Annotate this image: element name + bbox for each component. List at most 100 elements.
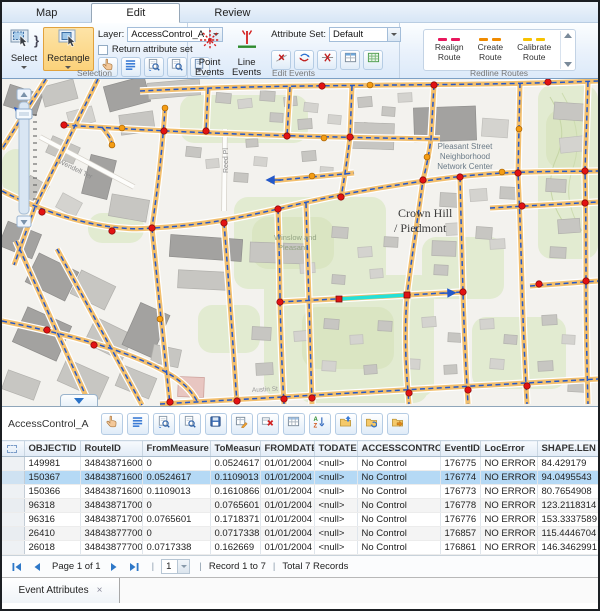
table-cell[interactable]: 176776	[440, 513, 480, 527]
tbl-export-folder-button[interactable]	[335, 413, 357, 435]
next-page-button[interactable]	[105, 559, 123, 575]
table-row[interactable]: 96316348438717000.07656010.171837101/01/…	[2, 513, 598, 527]
table-cell[interactable]: 80.7654908	[537, 485, 598, 499]
table-cell[interactable]: 34843871600	[80, 471, 142, 485]
table-row[interactable]: 264103484387770000.071733801/01/2004<nul…	[2, 527, 598, 541]
table-cell[interactable]: 34843877700	[80, 541, 142, 555]
table-cell[interactable]: 176861	[440, 541, 480, 555]
last-page-button[interactable]	[125, 559, 143, 575]
row-selector[interactable]	[2, 457, 24, 471]
tbl-delete-selected-button[interactable]	[257, 413, 279, 435]
column-header[interactable]: TODATE	[314, 441, 357, 457]
table-cell[interactable]: No Control	[357, 457, 440, 471]
table-cell[interactable]: 0.1109013	[142, 485, 210, 499]
table-cell[interactable]: 0	[142, 527, 210, 541]
row-selector[interactable]	[2, 471, 24, 485]
table-cell[interactable]: 115.4446704	[537, 527, 598, 541]
close-icon[interactable]: ×	[97, 585, 103, 596]
table-cell[interactable]: NO ERROR	[480, 471, 537, 485]
table-cell[interactable]: 0.0524617	[210, 457, 260, 471]
table-cell[interactable]: 0.162669	[210, 541, 260, 555]
chevron-down-icon[interactable]	[387, 28, 400, 41]
panel-collapse-button[interactable]	[60, 394, 98, 406]
ee-event-table-button[interactable]	[340, 50, 360, 70]
table-cell[interactable]: 01/01/2004	[260, 541, 314, 555]
column-header[interactable]: SHAPE.LEN	[537, 441, 598, 457]
row-selector[interactable]	[2, 541, 24, 555]
table-cell[interactable]: NO ERROR	[480, 499, 537, 513]
column-header[interactable]: LocError	[480, 441, 537, 457]
table-cell[interactable]: 0.0524617	[142, 471, 210, 485]
tab-review[interactable]: Review	[180, 4, 284, 22]
table-cell[interactable]: 123.2118314	[537, 499, 598, 513]
table-cell[interactable]: 01/01/2004	[260, 485, 314, 499]
table-cell[interactable]: NO ERROR	[480, 513, 537, 527]
table-cell[interactable]: 176775	[440, 457, 480, 471]
column-header[interactable]: ToMeasure	[210, 441, 260, 457]
calibrate-route-button[interactable]: Calibrate Route	[510, 31, 558, 69]
tbl-save-button[interactable]	[205, 413, 227, 435]
table-cell[interactable]: 84.429179	[537, 457, 598, 471]
table-cell[interactable]: 01/01/2004	[260, 513, 314, 527]
tab-edit[interactable]: Edit	[91, 3, 180, 23]
table-cell[interactable]: <null>	[314, 527, 357, 541]
tbl-table-view-button[interactable]	[283, 413, 305, 435]
table-cell[interactable]: 149981	[24, 457, 80, 471]
table-cell[interactable]: 01/01/2004	[260, 499, 314, 513]
create-route-button[interactable]: Create Route	[471, 31, 511, 69]
map-view[interactable]: Crown Hill / Piedmont Pleasant Street Ne…	[2, 79, 598, 406]
table-cell[interactable]: No Control	[357, 499, 440, 513]
table-cell[interactable]: 0.1109013	[210, 471, 260, 485]
first-page-button[interactable]	[8, 559, 26, 575]
table-cell[interactable]: 34843877700	[80, 527, 142, 541]
table-cell[interactable]: 0	[142, 499, 210, 513]
row-selector[interactable]	[2, 513, 24, 527]
column-header[interactable]: EventID	[440, 441, 480, 457]
tab-event-attributes[interactable]: Event Attributes ×	[2, 578, 120, 603]
map-canvas[interactable]: Crown Hill / Piedmont Pleasant Street Ne…	[2, 79, 598, 406]
table-cell[interactable]: <null>	[314, 485, 357, 499]
table-row[interactable]: 963183484387170000.076560101/01/2004<nul…	[2, 499, 598, 513]
table-cell[interactable]: 34843871600	[80, 457, 142, 471]
table-cell[interactable]: <null>	[314, 457, 357, 471]
table-cell[interactable]: 26410	[24, 527, 80, 541]
tbl-open-folder-button[interactable]	[387, 413, 409, 435]
prev-page-button[interactable]	[28, 559, 46, 575]
table-cell[interactable]: 146.3462991	[537, 541, 598, 555]
row-selector-header[interactable]	[2, 441, 24, 457]
table-cell[interactable]: 150366	[24, 485, 80, 499]
realign-route-button[interactable]: Realign Route	[428, 31, 471, 69]
table-cell[interactable]: 34843871600	[80, 485, 142, 499]
table-cell[interactable]: 0.0765601	[210, 499, 260, 513]
ee-attribute-grid-button[interactable]	[363, 50, 383, 70]
row-selector[interactable]	[2, 485, 24, 499]
scroll-up-icon[interactable]	[564, 33, 572, 38]
table-cell[interactable]: 150367	[24, 471, 80, 485]
table-cell[interactable]: 176857	[440, 527, 480, 541]
table-cell[interactable]: No Control	[357, 513, 440, 527]
tbl-select-hand-button[interactable]	[101, 413, 123, 435]
table-cell[interactable]: 01/01/2004	[260, 471, 314, 485]
table-cell[interactable]: 176778	[440, 499, 480, 513]
ee-remove-event-button[interactable]	[271, 50, 291, 70]
table-cell[interactable]: 0.0717338	[210, 527, 260, 541]
tbl-refresh-folder-button[interactable]	[361, 413, 383, 435]
table-cell[interactable]: 0.0765601	[142, 513, 210, 527]
attribute-set-dropdown[interactable]: Default	[329, 27, 401, 42]
table-cell[interactable]: 96318	[24, 499, 80, 513]
table-cell[interactable]: 176773	[440, 485, 480, 499]
table-cell[interactable]: 01/01/2004	[260, 457, 314, 471]
table-cell[interactable]: 0.1610866	[210, 485, 260, 499]
table-cell[interactable]: <null>	[314, 499, 357, 513]
select-tool-button[interactable]: } Select	[5, 27, 43, 71]
table-row[interactable]: 150367348438716000.05246170.110901301/01…	[2, 471, 598, 485]
column-header[interactable]: OBJECTID	[24, 441, 80, 457]
rectangle-tool-button[interactable]: Rectangle	[43, 27, 94, 71]
column-header[interactable]: RouteID	[80, 441, 142, 457]
table-cell[interactable]: 0.1718371	[210, 513, 260, 527]
table-cell[interactable]: 26018	[24, 541, 80, 555]
table-cell[interactable]: 176774	[440, 471, 480, 485]
row-selector[interactable]	[2, 527, 24, 541]
tbl-list-button[interactable]	[127, 413, 149, 435]
table-cell[interactable]: NO ERROR	[480, 527, 537, 541]
